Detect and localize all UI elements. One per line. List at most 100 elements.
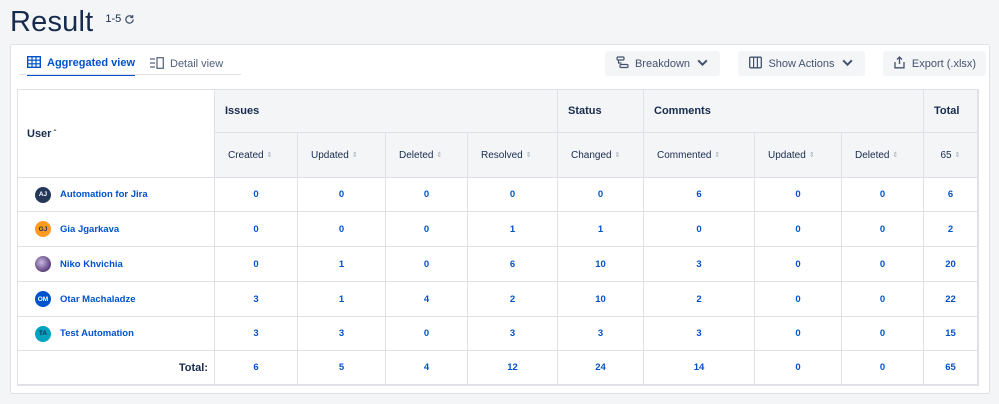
page-header: Result 1-5 [10, 4, 135, 40]
table-cell-total[interactable]: 20 [924, 247, 978, 282]
table-cell-value[interactable]: 2 [468, 282, 558, 317]
table-cell-value[interactable]: 3 [558, 317, 644, 351]
table-cell-value[interactable]: 6 [644, 178, 755, 212]
group-header-status-text: Status [568, 105, 602, 117]
table-cell-value[interactable]: 2 [644, 282, 755, 317]
table-cell-value[interactable]: 10 [558, 282, 644, 317]
table-cell-value[interactable]: 0 [298, 178, 386, 212]
table-row-user[interactable]: Niko Khvichia [18, 247, 215, 282]
table-cell-value[interactable]: 1 [298, 282, 386, 317]
table-cell-value[interactable]: 4 [386, 282, 468, 317]
user-name-link[interactable]: Test Automation [60, 328, 134, 339]
table-cell-value-text: 2 [509, 293, 516, 305]
table-cell-value[interactable]: 3 [468, 317, 558, 351]
table-cell-total[interactable]: 22 [924, 282, 978, 317]
table-cell-value[interactable]: 0 [755, 317, 842, 351]
totals-cell[interactable]: 4 [386, 351, 468, 385]
breakdown-button[interactable]: Breakdown [605, 51, 720, 76]
table-cell-value-text: 0 [509, 189, 516, 200]
table-cell-value[interactable]: 3 [298, 317, 386, 351]
table-cell-value[interactable]: 0 [386, 212, 468, 247]
show-actions-button[interactable]: Show Actions [738, 51, 865, 76]
table-cell-value[interactable]: 0 [298, 212, 386, 247]
user-name-link[interactable]: Niko Khvichia [60, 259, 123, 270]
tab-detail-view[interactable]: Detail view [150, 52, 223, 76]
export-button[interactable]: Export (.xlsx) [883, 51, 986, 76]
table-cell-total[interactable]: 6 [924, 178, 978, 212]
page-title: Result [10, 6, 94, 38]
table-cell-value[interactable]: 3 [644, 317, 755, 351]
column-header[interactable]: Commented ⇕ [644, 133, 755, 178]
column-header[interactable]: Updated ⇕ [298, 133, 386, 178]
totals-cell-text: 0 [795, 362, 801, 373]
user-name-link[interactable]: Automation for Jira [60, 189, 148, 200]
table-cell-value[interactable]: 0 [558, 178, 644, 212]
column-header[interactable]: Created ⇕ [215, 133, 298, 178]
table-cell-value-text: 0 [879, 328, 886, 339]
table-cell-value[interactable]: 0 [755, 282, 842, 317]
table-cell-value[interactable]: 0 [215, 247, 298, 282]
column-header[interactable]: Deleted ⇕ [842, 133, 924, 178]
totals-cell[interactable]: 0 [842, 351, 924, 385]
table-cell-value[interactable]: 0 [386, 247, 468, 282]
result-range-text: 1-5 [105, 13, 122, 25]
totals-cell[interactable]: 12 [468, 351, 558, 385]
table-cell-value[interactable]: 0 [755, 212, 842, 247]
table-cell-value[interactable]: 1 [298, 247, 386, 282]
table-row-user[interactable]: OM Otar Machaladze [18, 282, 215, 317]
table-cell-value[interactable]: 0 [215, 212, 298, 247]
table-cell-value[interactable]: 0 [842, 212, 924, 247]
table-cell-value[interactable]: 0 [386, 317, 468, 351]
table-cell-value[interactable]: 0 [842, 247, 924, 282]
table-cell-value-text: 4 [423, 293, 430, 305]
user-name-link[interactable]: Gia Jgarkava [60, 224, 119, 235]
column-header[interactable]: Resolved ⇕ [468, 133, 558, 178]
table-cell-total[interactable]: 2 [924, 212, 978, 247]
totals-cell[interactable]: 24 [558, 351, 644, 385]
table-cell-value-text: 0 [253, 223, 259, 235]
totals-cell[interactable]: 0 [755, 351, 842, 385]
totals-cell-text: 5 [338, 362, 345, 373]
table-cell-value[interactable]: 1 [468, 212, 558, 247]
table-cell-value[interactable]: 0 [468, 178, 558, 212]
show-actions-label: Show Actions [768, 57, 835, 70]
table-cell-value[interactable]: 0 [215, 178, 298, 212]
table-cell-value[interactable]: 0 [386, 178, 468, 212]
column-header-text: Resolved [481, 149, 523, 161]
table-cell-value[interactable]: 1 [558, 212, 644, 247]
table-cell-value[interactable]: 0 [842, 282, 924, 317]
tab-aggregated-view[interactable]: Aggregated view [26, 52, 136, 76]
table-cell-value[interactable]: 0 [755, 178, 842, 212]
table-row-user[interactable]: GJ Gia Jgarkava [18, 212, 215, 247]
table-cell-value[interactable]: 0 [644, 212, 755, 247]
table-cell-value[interactable]: 10 [558, 247, 644, 282]
table-cell-total-text: 15 [945, 328, 956, 339]
column-header[interactable]: Deleted ⇕ [386, 133, 468, 178]
user-name-link[interactable]: Otar Machaladze [60, 294, 136, 305]
grand-total-cell[interactable]: 65 [924, 351, 978, 385]
table-cell-total[interactable]: 15 [924, 317, 978, 351]
table-row-user[interactable]: TA Test Automation [18, 317, 215, 351]
totals-cell[interactable]: 5 [298, 351, 386, 385]
totals-cell[interactable]: 14 [644, 351, 755, 385]
sort-icon: ⇕ [954, 152, 961, 159]
table-cell-value[interactable]: 3 [215, 317, 298, 351]
table-cell-value[interactable]: 0 [842, 317, 924, 351]
table-cell-value[interactable]: 0 [842, 178, 924, 212]
table-cell-value-text: 0 [423, 223, 430, 235]
table-cell-value-text: 0 [879, 258, 886, 270]
table-cell-value[interactable]: 3 [215, 282, 298, 317]
table-cell-value-text: 0 [879, 293, 886, 305]
table-cell-value[interactable]: 3 [644, 247, 755, 282]
column-header[interactable]: Updated ⇕ [755, 133, 842, 178]
table-row-user[interactable]: AJ Automation for Jira [18, 178, 215, 212]
user-column-header[interactable]: User ˆ [18, 90, 215, 178]
table-cell-value[interactable]: 0 [755, 247, 842, 282]
column-header[interactable]: Changed ⇕ [558, 133, 644, 178]
refresh-icon[interactable] [124, 14, 135, 25]
column-header-total[interactable]: 65 ⇕ [924, 133, 978, 178]
table-cell-value-text: 0 [795, 328, 801, 339]
totals-cell[interactable]: 6 [215, 351, 298, 385]
breakdown-icon [616, 55, 629, 72]
table-cell-value[interactable]: 6 [468, 247, 558, 282]
